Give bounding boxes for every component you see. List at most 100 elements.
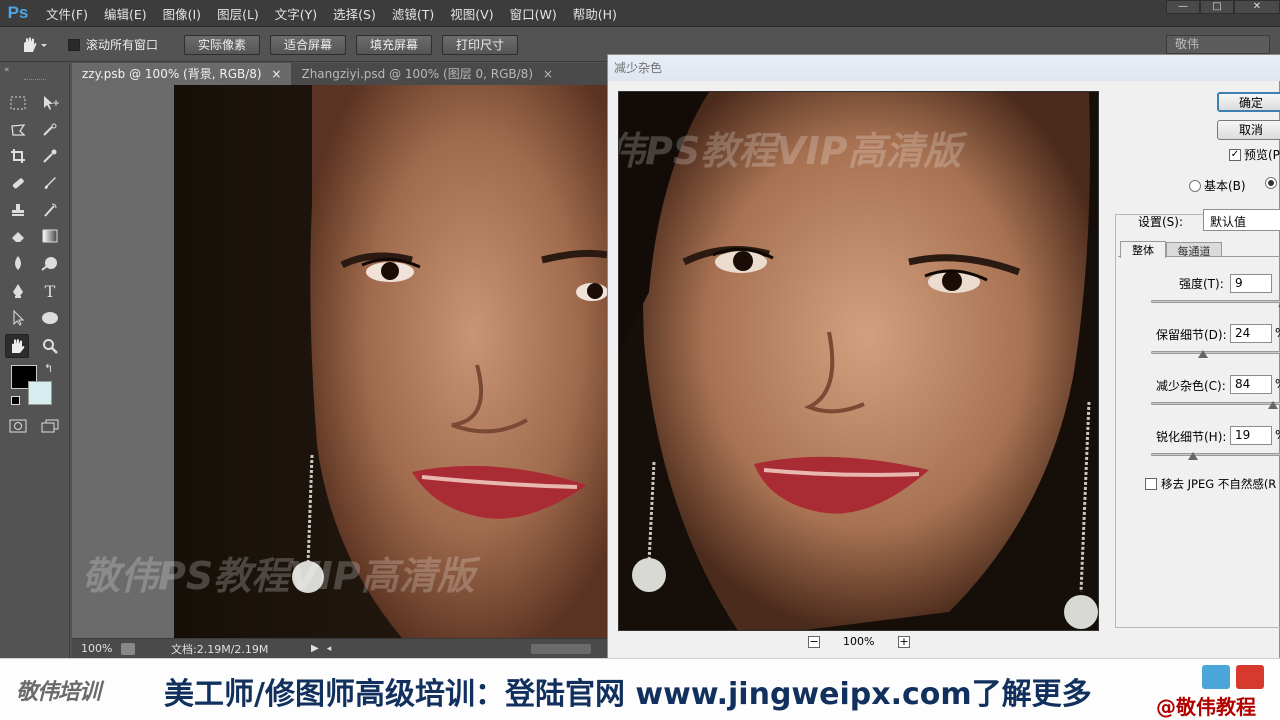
sharpen-details-input[interactable]: 19 [1230, 426, 1272, 445]
settings-select[interactable]: 默认值 [1203, 209, 1280, 231]
swap-colors-icon[interactable]: ↰ [44, 362, 53, 375]
move-tool-icon[interactable] [38, 91, 62, 115]
document-canvas[interactable]: 敬伟PS教程VIP高清版 [72, 85, 607, 638]
ok-button[interactable]: 确定 [1217, 92, 1280, 112]
menu-file[interactable]: 文件(F) [46, 4, 88, 23]
print-size-button[interactable]: 打印尺寸 [442, 35, 518, 55]
zoom-in-button[interactable]: + [898, 636, 910, 648]
doc-info[interactable]: 文档:2.19M/2.19M [171, 641, 311, 657]
reduce-color-noise-input[interactable]: 84 [1230, 375, 1272, 394]
background-color-swatch[interactable] [28, 381, 52, 405]
menu-help[interactable]: 帮助(H) [573, 4, 617, 23]
tab-zzy[interactable]: zzy.psb @ 100% (背景, RGB/8) × [72, 63, 292, 85]
menu-image[interactable]: 图像(I) [163, 4, 201, 23]
sharpen-details-label: 锐化细节(H): [1156, 430, 1227, 444]
screen-mode-icon[interactable] [38, 414, 62, 438]
reduce-noise-dialog: 减少杂色 PS教程VIP高清版 − 100% + 确定 取消 ✓ 预览(P 基本… [607, 54, 1280, 660]
remove-jpeg-artifact-option[interactable]: 移去 JPEG 不自然感(R [1145, 476, 1276, 492]
workspace-value: 敬伟 [1175, 37, 1200, 51]
basic-radio[interactable] [1189, 179, 1201, 192]
lasso-tool-icon[interactable] [6, 118, 30, 142]
reduce-color-noise-slider-thumb[interactable] [1268, 401, 1278, 409]
remove-jpeg-checkbox[interactable] [1145, 478, 1157, 490]
clone-stamp-icon[interactable] [6, 198, 30, 222]
banner-text: 美工师/修图师高级培训：登陆官网 www.jingweipx.com了解更多 [164, 677, 1092, 712]
actual-pixels-button[interactable]: 实际像素 [184, 35, 260, 55]
tab-per-channel[interactable]: 每通道 [1166, 242, 1222, 258]
minimize-button[interactable]: — [1166, 0, 1200, 14]
close-tab-icon[interactable]: × [543, 67, 553, 81]
close-tab-icon[interactable]: × [271, 67, 281, 81]
sharpen-details-slider[interactable] [1151, 453, 1280, 456]
strength-input[interactable]: 9 [1230, 274, 1272, 293]
workspace-select[interactable]: 敬伟 [1166, 35, 1270, 54]
export-icon[interactable] [121, 642, 135, 655]
zoom-tool-icon[interactable] [38, 334, 62, 358]
advanced-mode-option[interactable] [1265, 177, 1277, 192]
fit-screen-button[interactable]: 适合屏幕 [270, 35, 346, 55]
healing-brush-icon[interactable] [6, 171, 30, 195]
menu-select[interactable]: 选择(S) [333, 4, 376, 23]
filter-preview[interactable]: 敬伟PS教程VIP高清版 [618, 91, 1099, 631]
banner-logo: 敬伟培训 [16, 680, 101, 705]
panel-grip[interactable] [24, 79, 46, 82]
remove-jpeg-label: 移去 JPEG 不自然感(R [1161, 477, 1277, 491]
collapse-icon[interactable]: « [4, 65, 10, 75]
menu-type[interactable]: 文字(Y) [275, 4, 317, 23]
brush-tool-icon[interactable] [38, 171, 62, 195]
status-menu-arrow-icon[interactable]: ▶ [311, 643, 319, 654]
restore-button[interactable]: □ [1200, 0, 1234, 14]
fill-screen-button[interactable]: 填充屏幕 [356, 35, 432, 55]
quick-mask-icon[interactable] [6, 414, 30, 438]
scroll-left-icon[interactable]: ◂ [327, 644, 332, 654]
horizontal-scrollbar[interactable] [531, 643, 592, 654]
menu-edit[interactable]: 编辑(E) [104, 4, 147, 23]
menu-view[interactable]: 视图(V) [450, 4, 493, 23]
cancel-button[interactable]: 取消 [1217, 120, 1280, 140]
basic-label: 基本(B) [1204, 179, 1246, 193]
sharpen-details-slider-thumb[interactable] [1188, 452, 1198, 460]
zoom-out-button[interactable]: − [808, 636, 820, 648]
zoom-level[interactable]: 100% [81, 642, 121, 655]
tab-zhangziyi[interactable]: Zhangziyi.psd @ 100% (图层 0, RGB/8) × [291, 63, 562, 85]
dialog-title[interactable]: 减少杂色 [608, 55, 1280, 81]
type-tool-icon[interactable]: T [38, 279, 62, 303]
advanced-radio[interactable] [1265, 177, 1277, 189]
close-button[interactable]: ✕ [1234, 0, 1280, 14]
scroll-all-windows[interactable]: 滚动所有窗口 [68, 36, 158, 53]
gradient-tool-icon[interactable] [38, 224, 62, 248]
hand-tool-icon[interactable] [5, 334, 29, 358]
preserve-details-input[interactable]: 24 [1230, 324, 1272, 343]
path-select-icon[interactable] [6, 306, 30, 330]
default-colors-icon[interactable] [11, 396, 20, 405]
quick-select-tool-icon[interactable] [38, 118, 62, 142]
menu-filter[interactable]: 滤镜(T) [392, 4, 434, 23]
preserve-details-slider[interactable] [1151, 351, 1280, 354]
marquee-tool-icon[interactable] [6, 91, 30, 115]
tab-overall[interactable]: 整体 [1120, 241, 1166, 258]
document-tabs: zzy.psb @ 100% (背景, RGB/8) × Zhangziyi.p… [72, 63, 612, 85]
reduce-color-noise-slider[interactable] [1151, 402, 1280, 405]
reduce-percent: % [1275, 377, 1280, 391]
weibo-icon[interactable] [1236, 665, 1264, 689]
pen-tool-icon[interactable] [6, 279, 30, 303]
menu-window[interactable]: 窗口(W) [510, 4, 557, 23]
history-brush-icon[interactable] [38, 198, 62, 222]
ellipse-tool-icon[interactable] [38, 306, 62, 330]
hand-tool-preset-icon[interactable] [20, 36, 48, 57]
scroll-all-checkbox[interactable] [68, 38, 80, 51]
basic-mode-option[interactable]: 基本(B) [1189, 177, 1246, 194]
strength-slider[interactable] [1151, 300, 1280, 303]
qq-icon[interactable] [1202, 665, 1230, 689]
sharpen-percent: % [1275, 428, 1280, 442]
window-controls: — □ ✕ [1166, 0, 1280, 14]
blur-tool-icon[interactable] [6, 251, 30, 275]
dodge-tool-icon[interactable] [38, 251, 62, 275]
preserve-details-slider-thumb[interactable] [1198, 350, 1208, 358]
preview-checkbox[interactable]: ✓ [1229, 148, 1241, 161]
menu-layer[interactable]: 图层(L) [217, 4, 259, 23]
preview-option[interactable]: ✓ 预览(P [1229, 146, 1280, 163]
eraser-tool-icon[interactable] [6, 224, 30, 248]
eyedropper-tool-icon[interactable] [38, 144, 62, 168]
crop-tool-icon[interactable] [6, 144, 30, 168]
